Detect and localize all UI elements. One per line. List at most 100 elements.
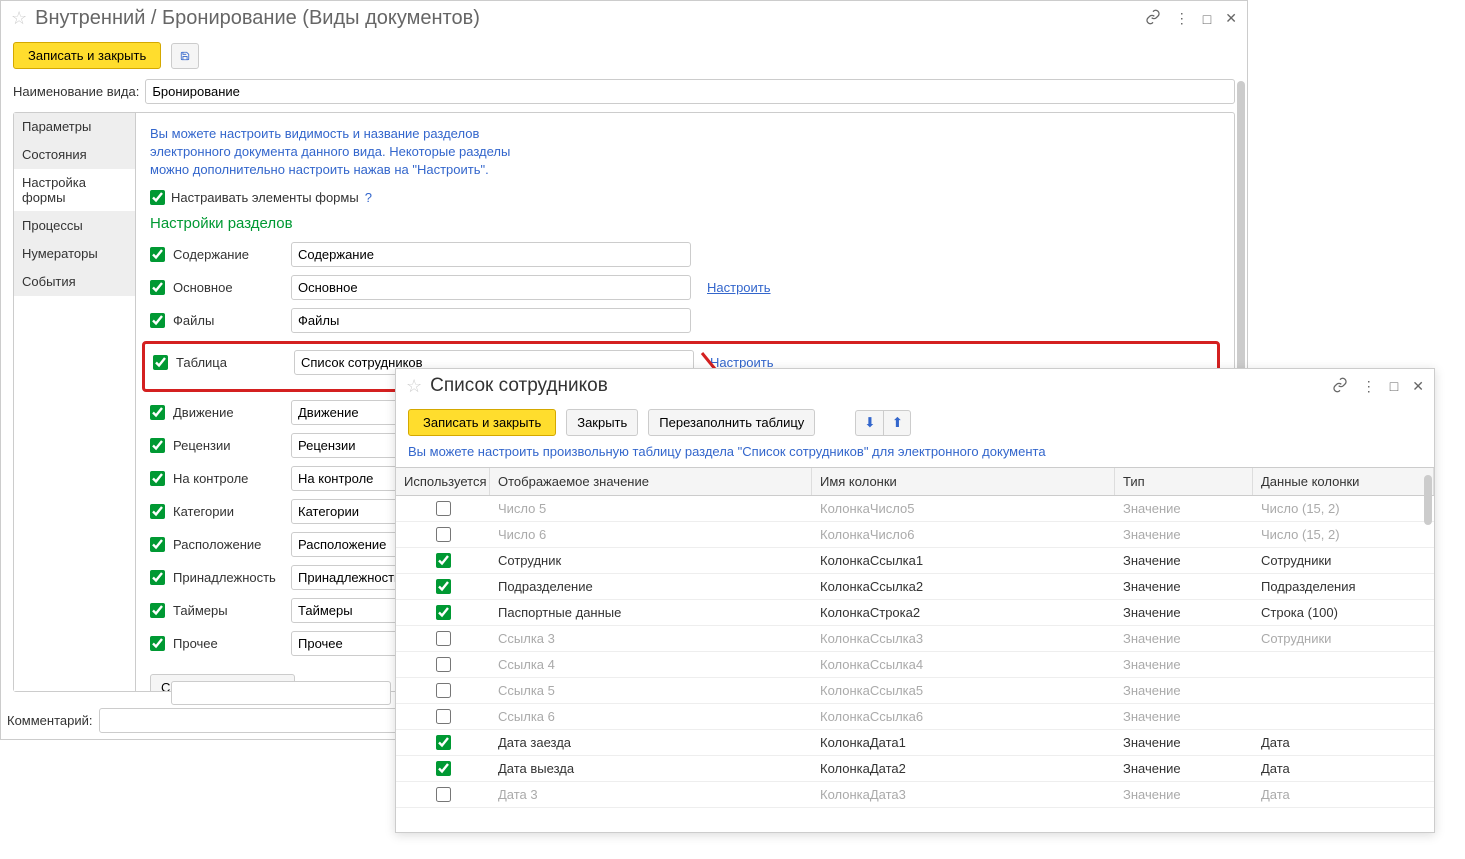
grid-checkbox-4[interactable] <box>436 605 451 620</box>
grid-name-11: КолонкаДата3 <box>812 782 1115 807</box>
col-header-data[interactable]: Данные колонки <box>1253 468 1434 495</box>
setting-checkbox-3[interactable] <box>153 355 168 370</box>
window-controls: ⋮ □ ✕ <box>1145 9 1237 28</box>
favorite-icon[interactable]: ☆ <box>406 376 422 397</box>
setting-checkbox-0[interactable] <box>150 247 165 262</box>
setting-checkbox-9[interactable] <box>150 570 165 585</box>
grid-checkbox-10[interactable] <box>436 761 451 776</box>
link-icon[interactable] <box>1145 9 1161 28</box>
more-icon[interactable]: ⋮ <box>1362 378 1376 395</box>
grid-name-10: КолонкаДата2 <box>812 756 1115 781</box>
grid-name-7: КолонкаСсылка5 <box>812 678 1115 703</box>
grid-checkbox-5[interactable] <box>436 631 451 646</box>
sub-hint: Вы можете настроить произвольную таблицу… <box>396 442 1434 467</box>
grid-row-3[interactable]: Подразделение КолонкаСсылка2 Значение По… <box>396 574 1434 600</box>
grid-data-4: Строка (100) <box>1253 600 1434 625</box>
grid-name-3: КолонкаСсылка2 <box>812 574 1115 599</box>
grid-scrollbar[interactable] <box>1424 475 1432 525</box>
grid-data-6 <box>1253 652 1434 677</box>
grid-disp-10: Дата выезда <box>490 756 812 781</box>
col-header-type[interactable]: Тип <box>1115 468 1253 495</box>
sub-save-close-button[interactable]: Записать и закрыть <box>408 409 556 436</box>
sidebar: ПараметрыСостоянияНастройка формыПроцесс… <box>14 113 136 691</box>
grid-type-0: Значение <box>1115 496 1253 521</box>
sidebar-item-1[interactable]: Состояния <box>14 141 135 169</box>
grid-data-9: Дата <box>1253 730 1434 755</box>
setting-label-7: Категории <box>173 504 283 519</box>
setting-checkbox-7[interactable] <box>150 504 165 519</box>
name-input[interactable] <box>145 79 1235 104</box>
sidebar-item-2[interactable]: Настройка формы <box>14 169 135 212</box>
scrollbar[interactable] <box>1237 81 1245 401</box>
refill-button[interactable]: Перезаполнить таблицу <box>648 409 815 436</box>
setting-checkbox-6[interactable] <box>150 471 165 486</box>
grid-disp-9: Дата заезда <box>490 730 812 755</box>
help-icon[interactable]: ? <box>365 190 372 205</box>
grid-checkbox-7[interactable] <box>436 683 451 698</box>
grid-row-4[interactable]: Паспортные данные КолонкаСтрока2 Значени… <box>396 600 1434 626</box>
setting-input-0[interactable] <box>291 242 691 267</box>
grid-row-1[interactable]: Число 6 КолонкаЧисло6 Значение Число (15… <box>396 522 1434 548</box>
grid-row-0[interactable]: Число 5 КолонкаЧисло5 Значение Число (15… <box>396 496 1434 522</box>
grid-checkbox-3[interactable] <box>436 579 451 594</box>
grid-checkbox-6[interactable] <box>436 657 451 672</box>
setting-checkbox-4[interactable] <box>150 405 165 420</box>
maximize-icon[interactable]: □ <box>1203 11 1211 27</box>
grid-row-2[interactable]: Сотрудник КолонкаСсылка1 Значение Сотруд… <box>396 548 1434 574</box>
sub-window-title: Список сотрудников <box>430 375 1332 397</box>
col-header-used[interactable]: Используется <box>396 468 490 495</box>
config-link-1[interactable]: Настроить <box>707 280 771 295</box>
grid-row-9[interactable]: Дата заезда КолонкаДата1 Значение Дата <box>396 730 1434 756</box>
setting-checkbox-8[interactable] <box>150 537 165 552</box>
setting-checkbox-2[interactable] <box>150 313 165 328</box>
setting-checkbox-5[interactable] <box>150 438 165 453</box>
setting-checkbox-10[interactable] <box>150 603 165 618</box>
sub-close-button[interactable]: Закрыть <box>566 409 638 436</box>
close-icon[interactable]: ✕ <box>1225 10 1237 27</box>
grid-checkbox-2[interactable] <box>436 553 451 568</box>
move-down-button[interactable]: ⬇ <box>855 410 883 436</box>
grid-row-7[interactable]: Ссылка 5 КолонкаСсылка5 Значение <box>396 678 1434 704</box>
setting-label-5: Рецензии <box>173 438 283 453</box>
move-up-button[interactable]: ⬆ <box>883 410 911 436</box>
setting-checkbox-11[interactable] <box>150 636 165 651</box>
sub-window: ☆ Список сотрудников ⋮ □ ✕ Записать и за… <box>395 368 1435 833</box>
sidebar-item-4[interactable]: Нумераторы <box>14 240 135 268</box>
sub-titlebar: ☆ Список сотрудников ⋮ □ ✕ <box>396 369 1434 403</box>
setting-checkbox-1[interactable] <box>150 280 165 295</box>
grid-type-5: Значение <box>1115 626 1253 651</box>
favorite-icon[interactable]: ☆ <box>11 8 27 29</box>
link-icon[interactable] <box>1332 377 1348 396</box>
grid-row-5[interactable]: Ссылка 3 КолонкаСсылка3 Значение Сотрудн… <box>396 626 1434 652</box>
grid-type-4: Значение <box>1115 600 1253 625</box>
grid-type-9: Значение <box>1115 730 1253 755</box>
grid-name-9: КолонкаДата1 <box>812 730 1115 755</box>
sidebar-item-3[interactable]: Процессы <box>14 212 135 240</box>
setting-input-2[interactable] <box>291 308 691 333</box>
grid-checkbox-1[interactable] <box>436 527 451 542</box>
save-close-button[interactable]: Записать и закрыть <box>13 42 161 69</box>
grid-checkbox-0[interactable] <box>436 501 451 516</box>
setting-input-1[interactable] <box>291 275 691 300</box>
col-header-name[interactable]: Имя колонки <box>812 468 1115 495</box>
configure-elements-checkbox[interactable] <box>150 190 165 205</box>
close-icon[interactable]: ✕ <box>1412 378 1424 395</box>
extra-input[interactable] <box>171 681 391 705</box>
grid-checkbox-11[interactable] <box>436 787 451 802</box>
grid-type-8: Значение <box>1115 704 1253 729</box>
grid-checkbox-9[interactable] <box>436 735 451 750</box>
save-button[interactable] <box>171 43 199 69</box>
sidebar-item-0[interactable]: Параметры <box>14 113 135 141</box>
grid-row-10[interactable]: Дата выезда КолонкаДата2 Значение Дата <box>396 756 1434 782</box>
sub-toolbar: Записать и закрыть Закрыть Перезаполнить… <box>396 403 1434 442</box>
more-icon[interactable]: ⋮ <box>1175 10 1189 27</box>
grid-row-8[interactable]: Ссылка 6 КолонкаСсылка6 Значение <box>396 704 1434 730</box>
grid-row-11[interactable]: Дата 3 КолонкаДата3 Значение Дата <box>396 782 1434 808</box>
grid-checkbox-8[interactable] <box>436 709 451 724</box>
grid-row-6[interactable]: Ссылка 4 КолонкаСсылка4 Значение <box>396 652 1434 678</box>
col-header-disp[interactable]: Отображаемое значение <box>490 468 812 495</box>
main-toolbar: Записать и закрыть <box>1 36 1247 75</box>
maximize-icon[interactable]: □ <box>1390 378 1398 394</box>
sidebar-item-5[interactable]: События <box>14 268 135 296</box>
grid-data-0: Число (15, 2) <box>1253 496 1434 521</box>
